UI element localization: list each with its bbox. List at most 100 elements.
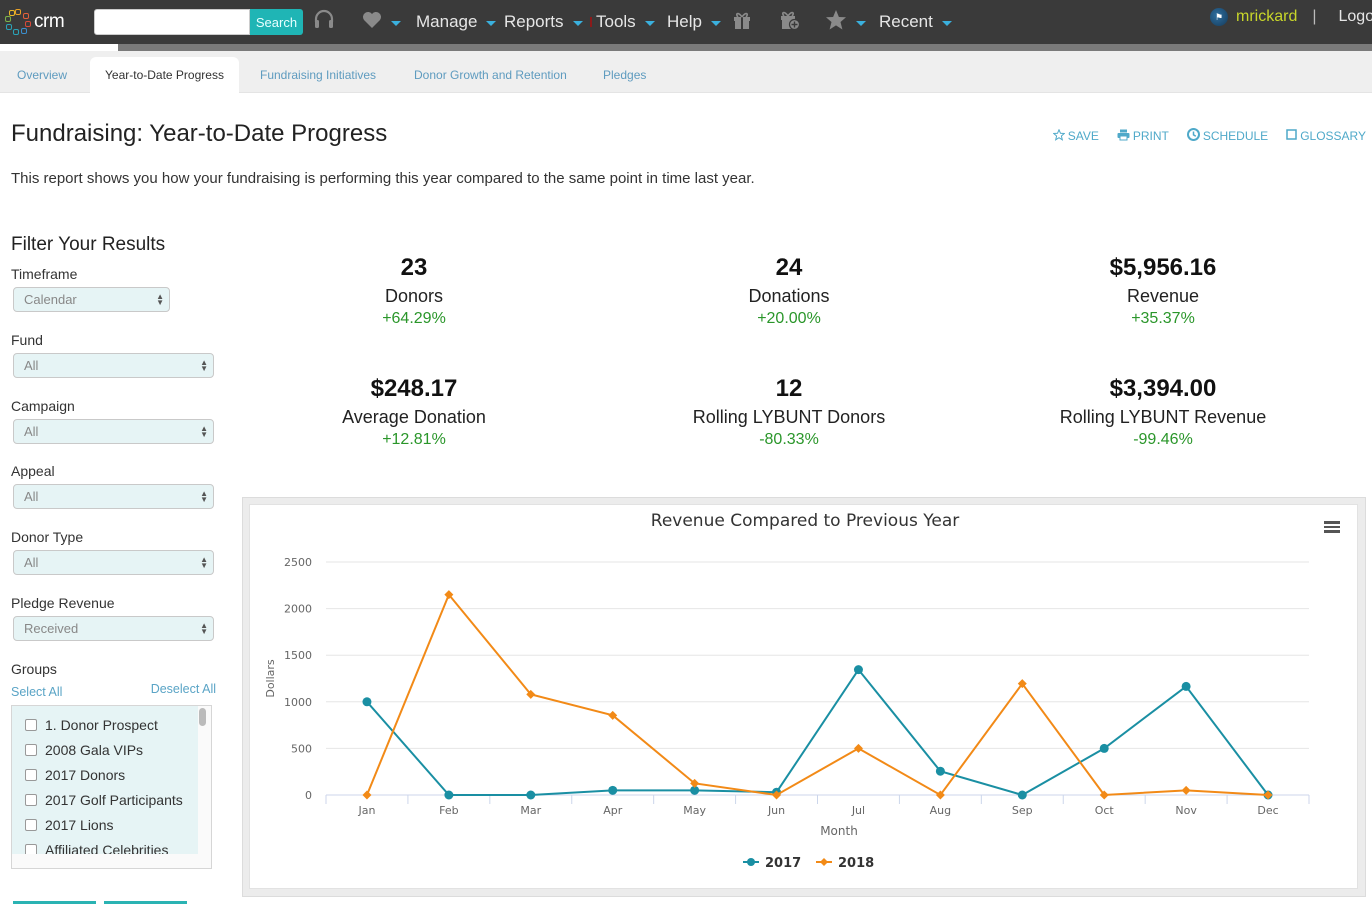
data-point-2017	[1100, 744, 1109, 753]
nav-reports[interactable]: Reports	[504, 0, 583, 44]
nav-manage[interactable]: Manage	[416, 0, 496, 44]
bookmarks-menu[interactable]	[825, 0, 866, 44]
nav-separator: |	[1312, 8, 1316, 26]
list-item[interactable]: 2008 Gala VIPs	[12, 737, 198, 762]
data-point-2017	[608, 786, 617, 795]
legend-marker-2018	[820, 858, 828, 866]
groups-list[interactable]: 1. Donor Prospect 2008 Gala VIPs 2017 Do…	[11, 705, 212, 869]
nav-reports-label: Reports	[504, 12, 564, 32]
tab-overview[interactable]: Overview	[2, 57, 82, 93]
select-all-link[interactable]: Select All	[11, 685, 62, 699]
select-arrows-icon: ▲▼	[200, 360, 208, 372]
fund-value: All	[24, 358, 38, 373]
logout-link[interactable]: Logout	[1339, 8, 1372, 26]
nav-manage-label: Manage	[416, 12, 477, 32]
gift-button[interactable]	[732, 0, 752, 44]
list-item[interactable]: 2017 Lions	[12, 812, 198, 837]
data-point-2017	[936, 767, 945, 776]
glossary-label: GLOSSARY	[1300, 129, 1366, 143]
nav-recent[interactable]: Recent	[879, 0, 952, 44]
stat-change: +20.00%	[639, 310, 939, 328]
report-tabs: Overview Year-to-Date Progress Fundraisi…	[0, 51, 1372, 93]
timeframe-value: Calendar	[24, 292, 77, 307]
group-select-links: Select All Deselect All	[11, 682, 216, 699]
group-name: 2017 Golf Participants	[45, 792, 183, 808]
group-name: 2017 Lions	[45, 817, 114, 833]
page-title: Fundraising: Year-to-Date Progress	[11, 120, 387, 148]
search-button[interactable]: Search	[250, 9, 303, 35]
chart-menu-button[interactable]	[1324, 521, 1340, 533]
data-point-2017	[526, 791, 535, 800]
appeal-select[interactable]: All ▲▼	[13, 484, 214, 509]
list-item[interactable]: 2017 Donors	[12, 762, 198, 787]
donor-type-select[interactable]: All ▲▼	[13, 550, 214, 575]
checkbox[interactable]	[25, 769, 37, 781]
data-point-2017	[1018, 791, 1027, 800]
report-description: This report shows you how your fundraisi…	[11, 170, 755, 187]
stat-value: 23	[264, 254, 564, 282]
groups-scrollbar[interactable]	[199, 708, 206, 726]
list-item[interactable]: 2017 Golf Participants	[12, 787, 198, 812]
print-button[interactable]: PRINT	[1117, 128, 1169, 144]
legend-label-2017[interactable]: 2017	[765, 856, 801, 871]
campaign-select[interactable]: All ▲▼	[13, 419, 214, 444]
save-button[interactable]: SAVE	[1053, 128, 1099, 144]
series-line-2017	[367, 670, 1268, 795]
nav-help-label: Help	[667, 12, 702, 32]
stat-revenue: $5,956.16 Revenue +35.37%	[1013, 254, 1313, 328]
legend-label-2018[interactable]: 2018	[838, 856, 874, 871]
clock-icon	[1187, 128, 1200, 144]
checkbox[interactable]	[25, 819, 37, 831]
stat-rolling-lybunt-donors: 12 Rolling LYBUNT Donors -80.33%	[639, 375, 939, 449]
checkbox[interactable]	[25, 794, 37, 806]
list-item[interactable]: Affiliated Celebrities	[12, 837, 198, 854]
deselect-all-link[interactable]: Deselect All	[151, 682, 216, 699]
checkbox[interactable]	[25, 844, 37, 855]
fund-select[interactable]: All ▲▼	[13, 353, 214, 378]
hamburger-icon-bar	[1324, 521, 1340, 524]
star-icon	[825, 9, 847, 36]
headset-button[interactable]	[313, 0, 335, 44]
pledge-revenue-select[interactable]: Received ▲▼	[13, 616, 214, 641]
x-tick-label: Jul	[851, 804, 865, 817]
chevron-down-icon	[573, 21, 583, 26]
data-point-2017	[854, 665, 863, 674]
fund-label: Fund	[11, 332, 216, 348]
checkbox[interactable]	[25, 719, 37, 731]
tab-donor-growth-retention[interactable]: Donor Growth and Retention	[399, 57, 582, 93]
stat-value: $248.17	[264, 375, 564, 403]
search-input[interactable]	[94, 9, 250, 35]
glossary-button[interactable]: GLOSSARY	[1286, 128, 1366, 144]
y-tick-label: 1500	[284, 649, 312, 662]
tab-fundraising-initiatives[interactable]: Fundraising Initiatives	[245, 57, 391, 93]
tab-year-to-date-progress[interactable]: Year-to-Date Progress	[90, 57, 239, 93]
pledge-revenue-value: Received	[24, 621, 78, 636]
checkbox[interactable]	[25, 744, 37, 756]
gift-icon	[732, 10, 752, 35]
timeframe-label: Timeframe	[11, 266, 216, 282]
favorites-menu[interactable]	[362, 0, 401, 44]
x-tick-label: Oct	[1095, 804, 1115, 817]
nav-underline	[118, 44, 1372, 51]
x-tick-label: Jun	[767, 804, 785, 817]
username[interactable]: mrickard	[1236, 8, 1297, 26]
headset-icon	[313, 8, 335, 36]
nav-help[interactable]: Help	[667, 0, 721, 44]
print-label: PRINT	[1133, 129, 1169, 143]
star-outline-icon	[1053, 129, 1065, 144]
user-menu[interactable]: ⚑ mrickard | Logout	[1210, 8, 1372, 26]
tab-pledges[interactable]: Pledges	[588, 57, 661, 93]
nav-tools[interactable]: Tools	[590, 0, 655, 44]
list-item[interactable]: 1. Donor Prospect	[12, 712, 198, 737]
add-gift-button[interactable]	[779, 0, 801, 44]
crm-logo[interactable]: crm	[4, 8, 64, 36]
schedule-button[interactable]: SCHEDULE	[1187, 128, 1268, 144]
series-line-2018	[367, 595, 1268, 795]
select-arrows-icon: ▲▼	[156, 294, 164, 306]
stat-label: Rolling LYBUNT Donors	[639, 407, 939, 428]
logo-text: crm	[34, 11, 64, 33]
chevron-down-icon	[942, 21, 952, 26]
timeframe-select[interactable]: Calendar ▲▼	[13, 287, 170, 312]
stat-change: +12.81%	[264, 431, 564, 449]
stat-label: Revenue	[1013, 286, 1313, 307]
